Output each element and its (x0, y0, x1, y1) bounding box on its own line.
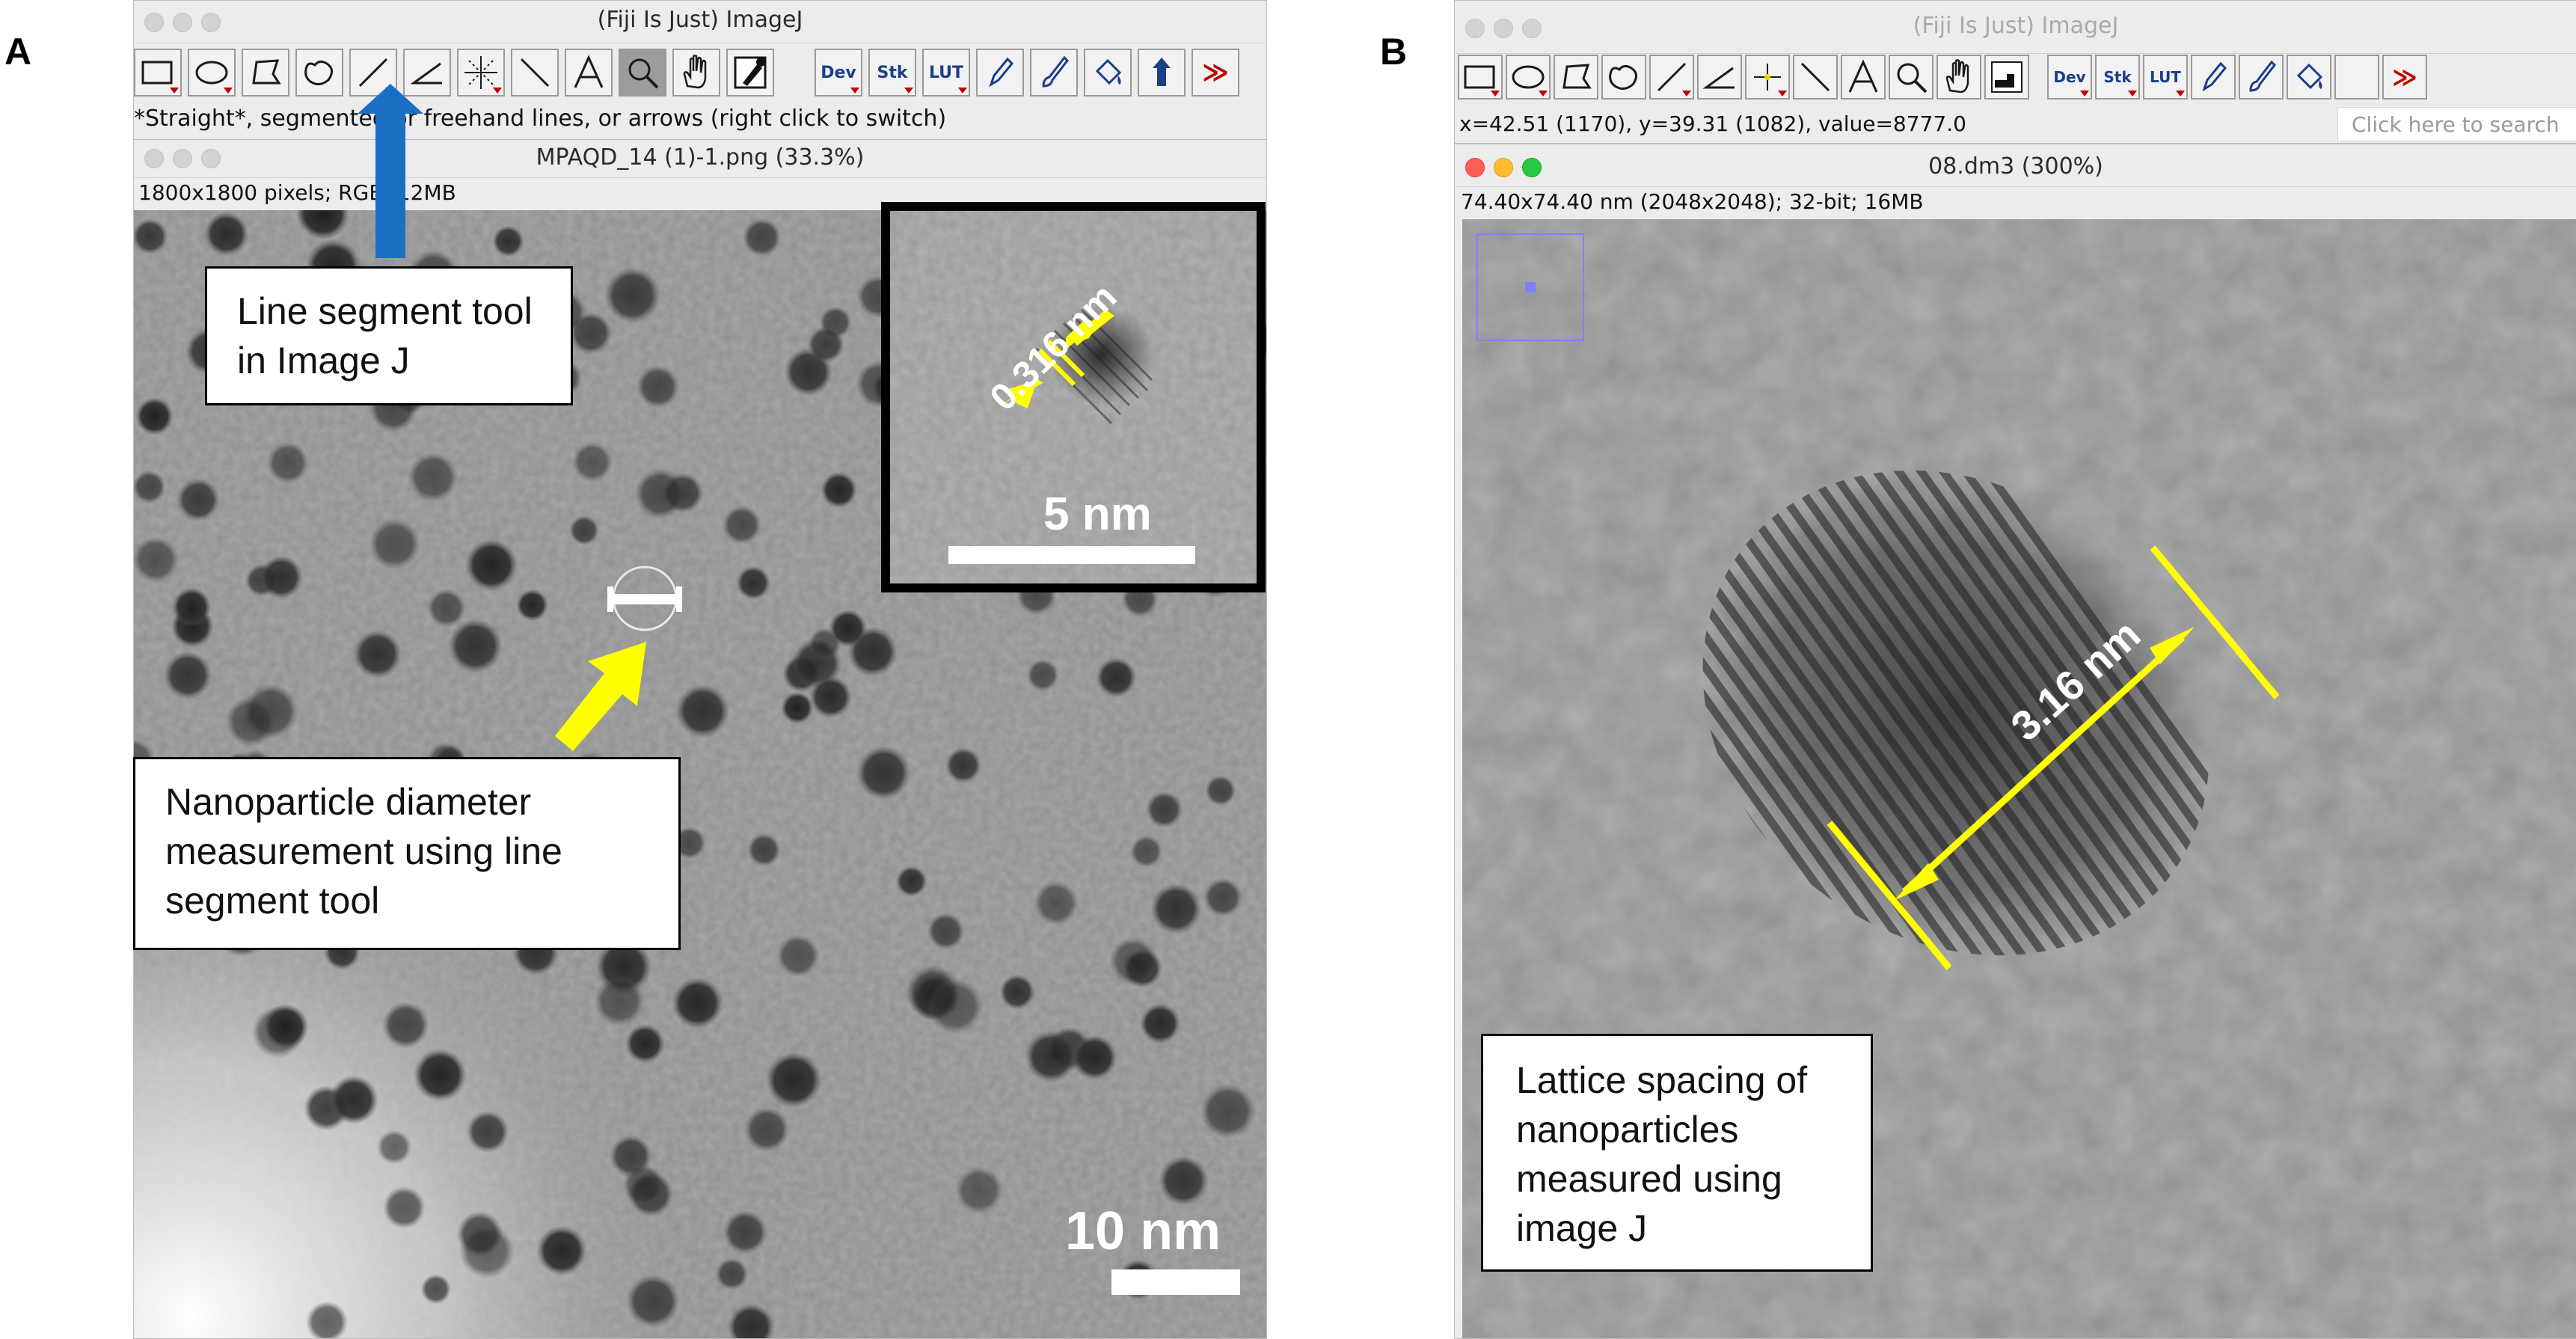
blue-arrow-shaft (375, 112, 405, 258)
panel-label-b: B (1380, 31, 1408, 73)
callout-diameter-measure: Nanoparticle diameter measurement using … (133, 757, 681, 950)
lut-menu-tool-right[interactable]: LUT (2143, 55, 2188, 99)
yellow-measure-line (1901, 634, 2186, 895)
brush-icon (2249, 60, 2276, 92)
pencil-icon (2202, 61, 2227, 92)
line-tool-right[interactable] (1649, 55, 1694, 99)
color-picker-tool-right[interactable] (1984, 55, 2029, 99)
polygon-tool-right[interactable] (1554, 55, 1598, 99)
freehand-icon (1609, 64, 1637, 90)
yellow-boundary-upper (2150, 545, 2280, 699)
search-box[interactable]: Click here to search (2337, 107, 2576, 141)
hand-icon (1945, 59, 1969, 94)
empty-tool-slot-right[interactable] (2334, 55, 2379, 99)
flood-fill-icon (2296, 63, 2323, 90)
callout-lattice-spacing: Lattice spacing of nanoparticles measure… (1481, 1034, 1873, 1272)
oval-tool-right[interactable] (1506, 55, 1551, 99)
tool-bar-right: Dev Stk LUT ≫ (1455, 50, 2576, 110)
text-tool-right[interactable] (1841, 55, 1886, 99)
angle-tool-right[interactable] (1697, 55, 1742, 99)
yellow-pointer-arrow (555, 642, 646, 751)
window-title-right: (Fiji Is Just) ImageJ (1913, 13, 2119, 39)
flood-fill-tool-right[interactable] (2287, 55, 2331, 99)
brush-tool-right[interactable] (2239, 55, 2284, 99)
more-tools-button-right[interactable]: ≫ (2382, 55, 2427, 99)
pencil-tool-right[interactable] (2191, 55, 2236, 99)
hand-tool-right[interactable] (1936, 55, 1981, 99)
main-scale-label: 10 nm (1065, 1201, 1221, 1261)
image-info-right: 74.40x74.40 nm (2048x2048); 32-bit; 16MB (1461, 189, 1924, 214)
search-placeholder: Click here to search (2352, 112, 2560, 137)
status-bar-right: x=42.51 (1170), y=39.31 (1082), value=87… (1459, 111, 1966, 136)
point-tool-right[interactable] (1745, 55, 1790, 99)
image-window-title-right: 08.dm3 (300%) (1928, 153, 2103, 180)
imagej-main-window-right: (Fiji Is Just) ImageJ Dev Stk LUT ≫ x=42… (1454, 0, 2576, 144)
main-scale-bar (1111, 1269, 1240, 1295)
lattice-measure-label: 3.16 nm (2002, 610, 2149, 750)
dev-menu-tool-right[interactable]: Dev (2047, 55, 2092, 99)
title-bar-right[interactable]: (Fiji Is Just) ImageJ (1455, 1, 2576, 54)
text-icon (1848, 59, 1878, 93)
polygon-icon (1563, 64, 1592, 89)
magnifier-icon (1897, 63, 1928, 94)
callout-line-tool: Line segment tool in Image J (205, 266, 573, 405)
diameter-line (607, 594, 682, 604)
freehand-tool-right[interactable] (1601, 55, 1646, 99)
blue-arrow-head (358, 84, 423, 114)
image-title-bar-right[interactable]: 08.dm3 (300%) (1455, 144, 2576, 187)
left-annotations (358, 84, 1240, 1295)
wand-tool-right[interactable] (1793, 55, 1838, 99)
stacks-menu-tool-right[interactable]: Stk (2095, 55, 2140, 99)
color-picker-icon (1991, 61, 2023, 93)
rectangle-tool-right[interactable] (1458, 55, 1503, 99)
yellow-boundary-lower (1827, 821, 1952, 970)
wand-icon (1800, 62, 1830, 92)
magnifier-tool-right[interactable] (1889, 55, 1933, 99)
angle-icon (1702, 67, 1735, 89)
